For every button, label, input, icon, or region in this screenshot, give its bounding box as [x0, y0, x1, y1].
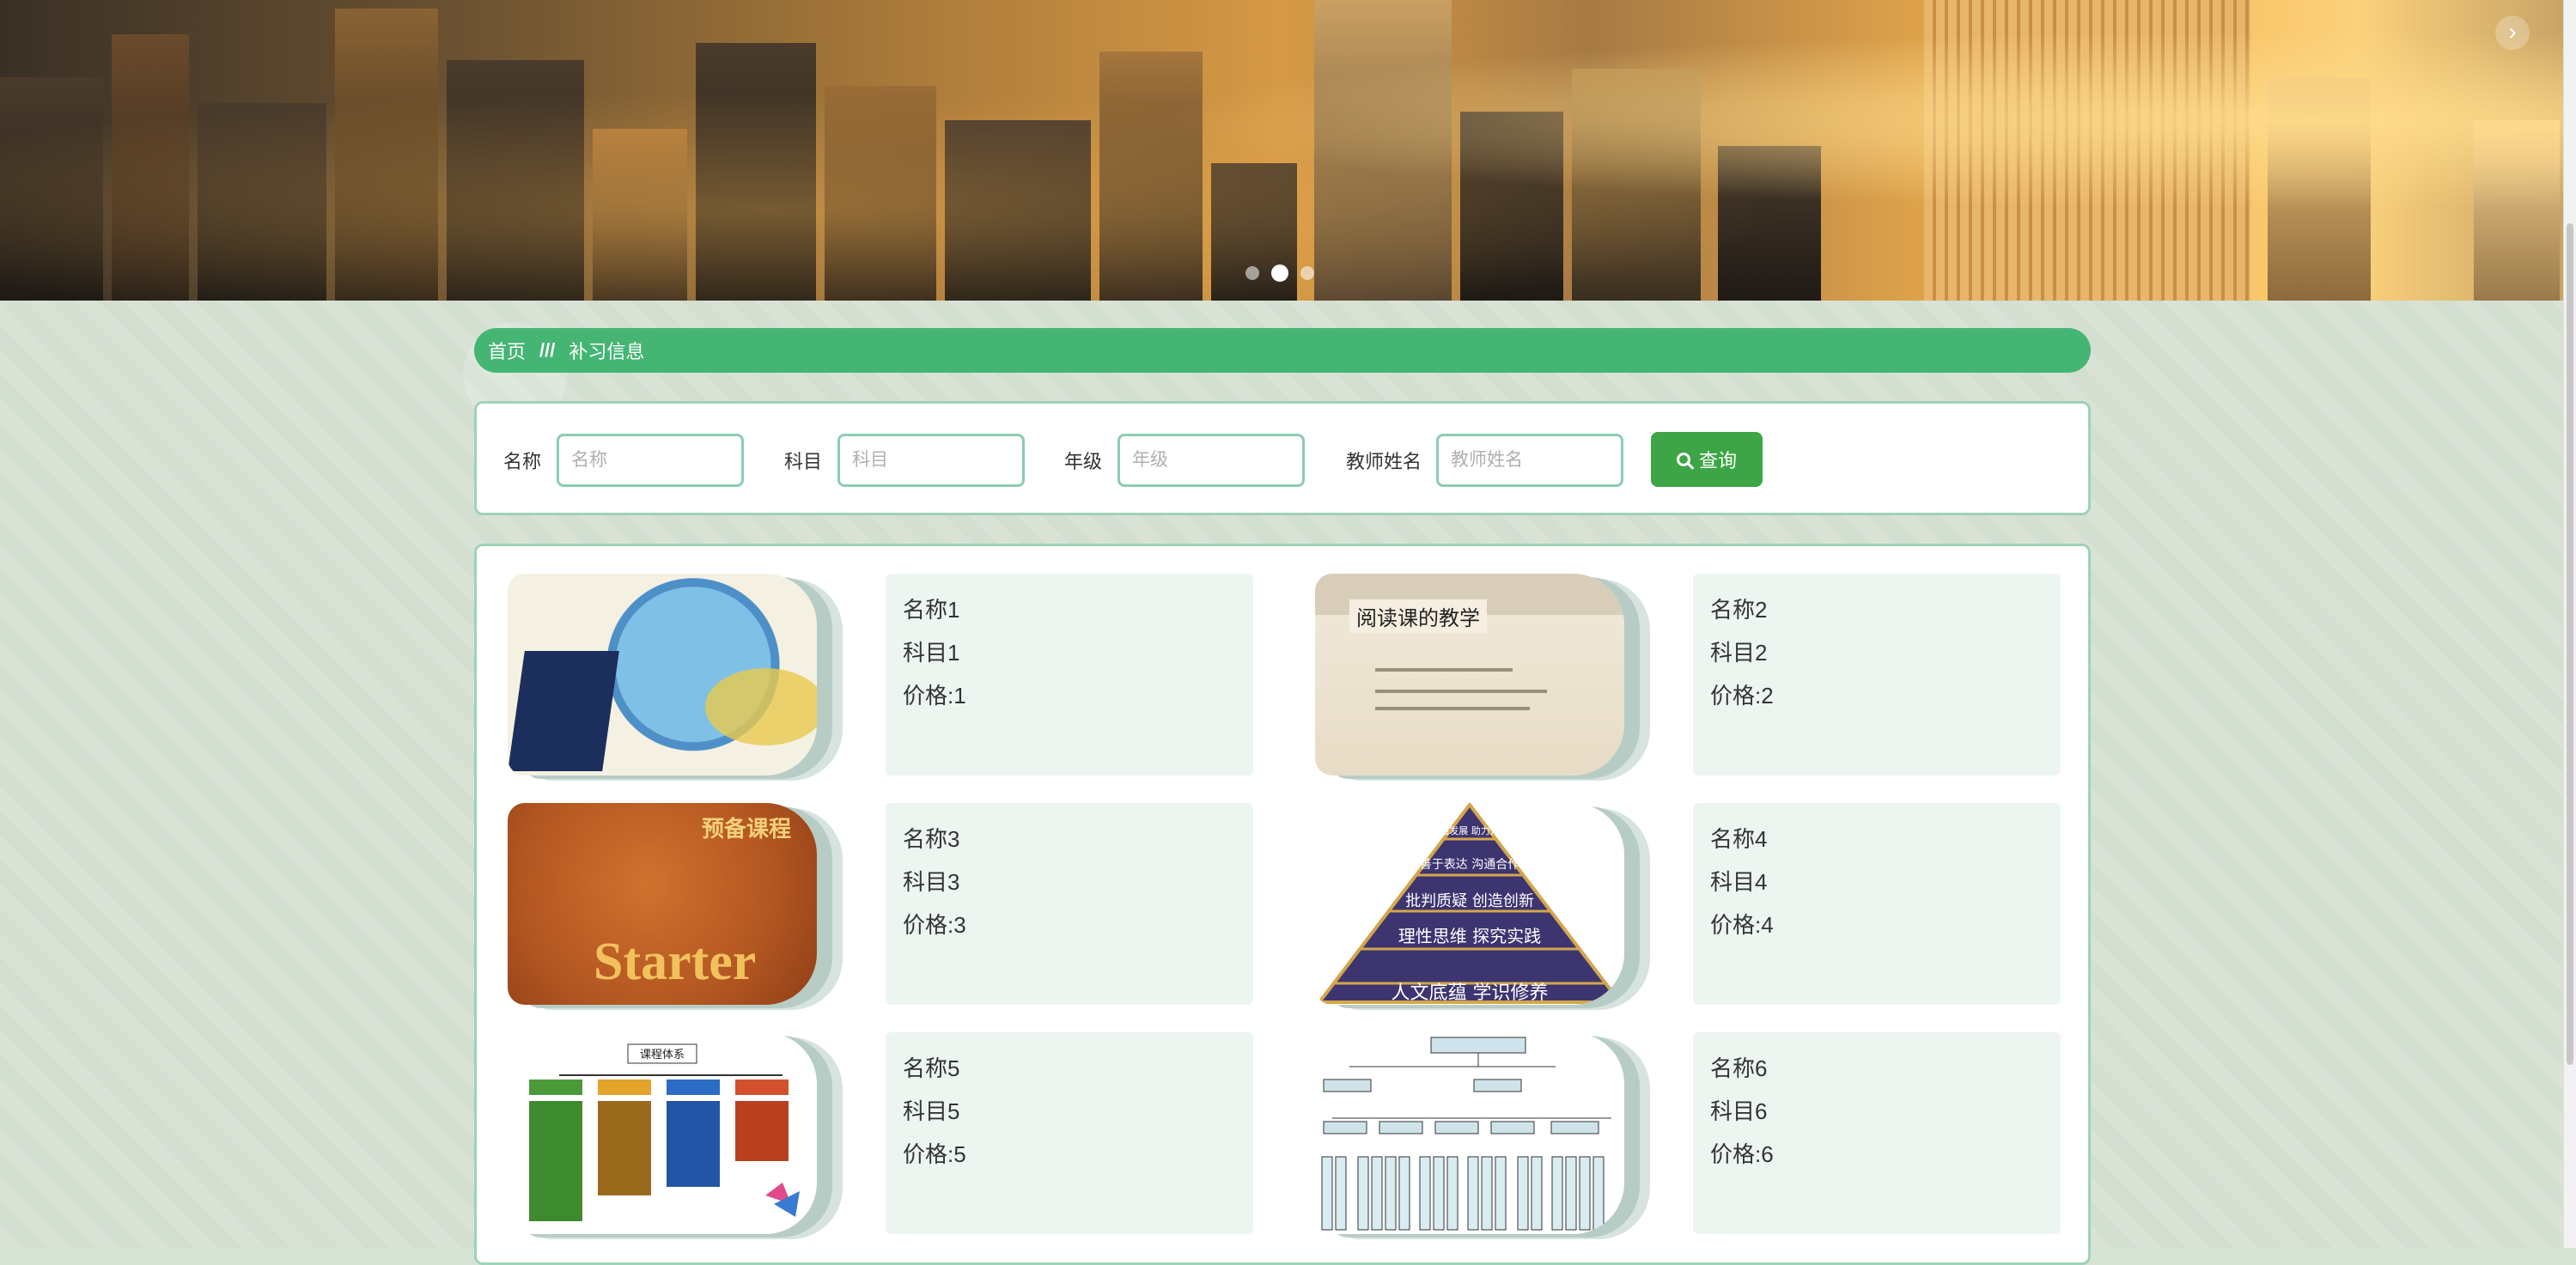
course-name: 名称1: [903, 597, 960, 623]
scrollbar-thumb[interactable]: [2567, 223, 2573, 1065]
search-button-label: 查询: [1698, 450, 1737, 471]
breadcrumb-home-link[interactable]: 首页: [488, 337, 526, 364]
course-name: 名称4: [1710, 826, 1768, 852]
course-subject: 科目2: [1710, 640, 1768, 666]
carousel-dots: [1245, 265, 1314, 282]
breadcrumb-separator: ///: [539, 339, 556, 361]
thumbnail-title: Starter: [594, 933, 757, 991]
pyramid-level-3: 批判质疑 创造创新: [1405, 892, 1534, 910]
thumbnail-title: 阅读课的教学: [1349, 599, 1487, 633]
search-button[interactable]: 查询: [1651, 432, 1763, 487]
course-subject: 科目1: [903, 640, 960, 666]
course-thumbnail-3[interactable]: 预备课程 Starter: [508, 803, 817, 1005]
course-info-3[interactable]: 名称3 科目3 价格:3: [886, 803, 1253, 1005]
course-subject: 科目4: [1710, 869, 1768, 895]
grade-input[interactable]: [1117, 434, 1305, 487]
course-system-diagram: 课程体系: [529, 1043, 800, 1221]
diagram-title: 课程体系: [640, 1049, 685, 1061]
breadcrumb: 首页 /// 补习信息: [474, 328, 2091, 373]
subject-input[interactable]: [837, 434, 1025, 487]
course-info-4[interactable]: 名称4 科目4 价格:4: [1693, 803, 2061, 1005]
course-thumbnail-2[interactable]: 阅读课的教学: [1315, 574, 1624, 775]
pyramid-level-1: 全面发展 助力升学: [1430, 824, 1509, 836]
course-thumbnail-4[interactable]: 全面发展 助力升学 善于表达 沟通合作 批判质疑 创造创新 理性思维 探究实践 …: [1315, 803, 1624, 1005]
course-subject: 科目6: [1710, 1098, 1768, 1124]
course-price: 价格:2: [1710, 683, 1774, 709]
course-subject: 科目5: [903, 1098, 960, 1124]
course-price: 价格:5: [903, 1141, 966, 1167]
subject-label: 科目: [784, 451, 823, 472]
course-name: 名称6: [1710, 1055, 1768, 1081]
course-price: 价格:3: [903, 912, 966, 938]
teacher-name-label: 教师姓名: [1346, 451, 1422, 472]
pyramid-level-4: 理性思维 探究实践: [1398, 926, 1541, 946]
course-thumbnail-6[interactable]: [1315, 1032, 1624, 1234]
name-label: 名称: [503, 451, 542, 472]
search-icon: [1676, 453, 1690, 466]
course-name: 名称2: [1710, 597, 1768, 623]
hero-banner[interactable]: ›: [0, 0, 2564, 301]
course-info-1[interactable]: 名称1 科目1 价格:1: [886, 574, 1253, 775]
search-panel: 名称 科目 年级 教师姓名 查询: [474, 401, 2091, 515]
page-scrollbar[interactable]: [2563, 0, 2576, 1248]
carousel-next-button[interactable]: ›: [2495, 15, 2530, 50]
org-chart-diagram: [1321, 1037, 1611, 1231]
course-info-6[interactable]: 名称6 科目6 价格:6: [1693, 1032, 2061, 1234]
course-info-2[interactable]: 名称2 科目2 价格:2: [1693, 574, 2061, 775]
carousel-dot-active[interactable]: [1271, 265, 1288, 282]
grade-label: 年级: [1064, 451, 1103, 472]
pyramid-diagram: 全面发展 助力升学 善于表达 沟通合作 批判质疑 创造创新 理性思维 探究实践 …: [1315, 803, 1624, 1004]
thumbnail-subtitle: 预备课程: [701, 816, 791, 842]
course-thumbnail-5[interactable]: 课程体系: [508, 1032, 817, 1234]
pyramid-level-5: 人文底蕴 学识修养: [1392, 982, 1549, 1004]
name-input[interactable]: [557, 434, 744, 487]
course-name: 名称5: [903, 1055, 960, 1081]
breadcrumb-current: 补习信息: [569, 341, 645, 362]
course-price: 价格:1: [903, 683, 966, 709]
course-list: 名称1 科目1 价格:1 阅读课的教学 名称2 科目2 价格:2 预备课程 St…: [474, 544, 2091, 1265]
course-name: 名称3: [903, 826, 960, 852]
pyramid-level-2: 善于表达 沟通合作: [1420, 858, 1519, 872]
course-price: 价格:4: [1710, 912, 1774, 938]
carousel-dot[interactable]: [1245, 266, 1259, 280]
course-subject: 科目3: [903, 869, 960, 895]
course-price: 价格:6: [1710, 1141, 1774, 1167]
carousel-dot[interactable]: [1300, 266, 1314, 280]
course-thumbnail-1[interactable]: [508, 574, 817, 775]
teacher-name-input[interactable]: [1436, 434, 1623, 487]
course-info-5[interactable]: 名称5 科目5 价格:5: [886, 1032, 1253, 1234]
